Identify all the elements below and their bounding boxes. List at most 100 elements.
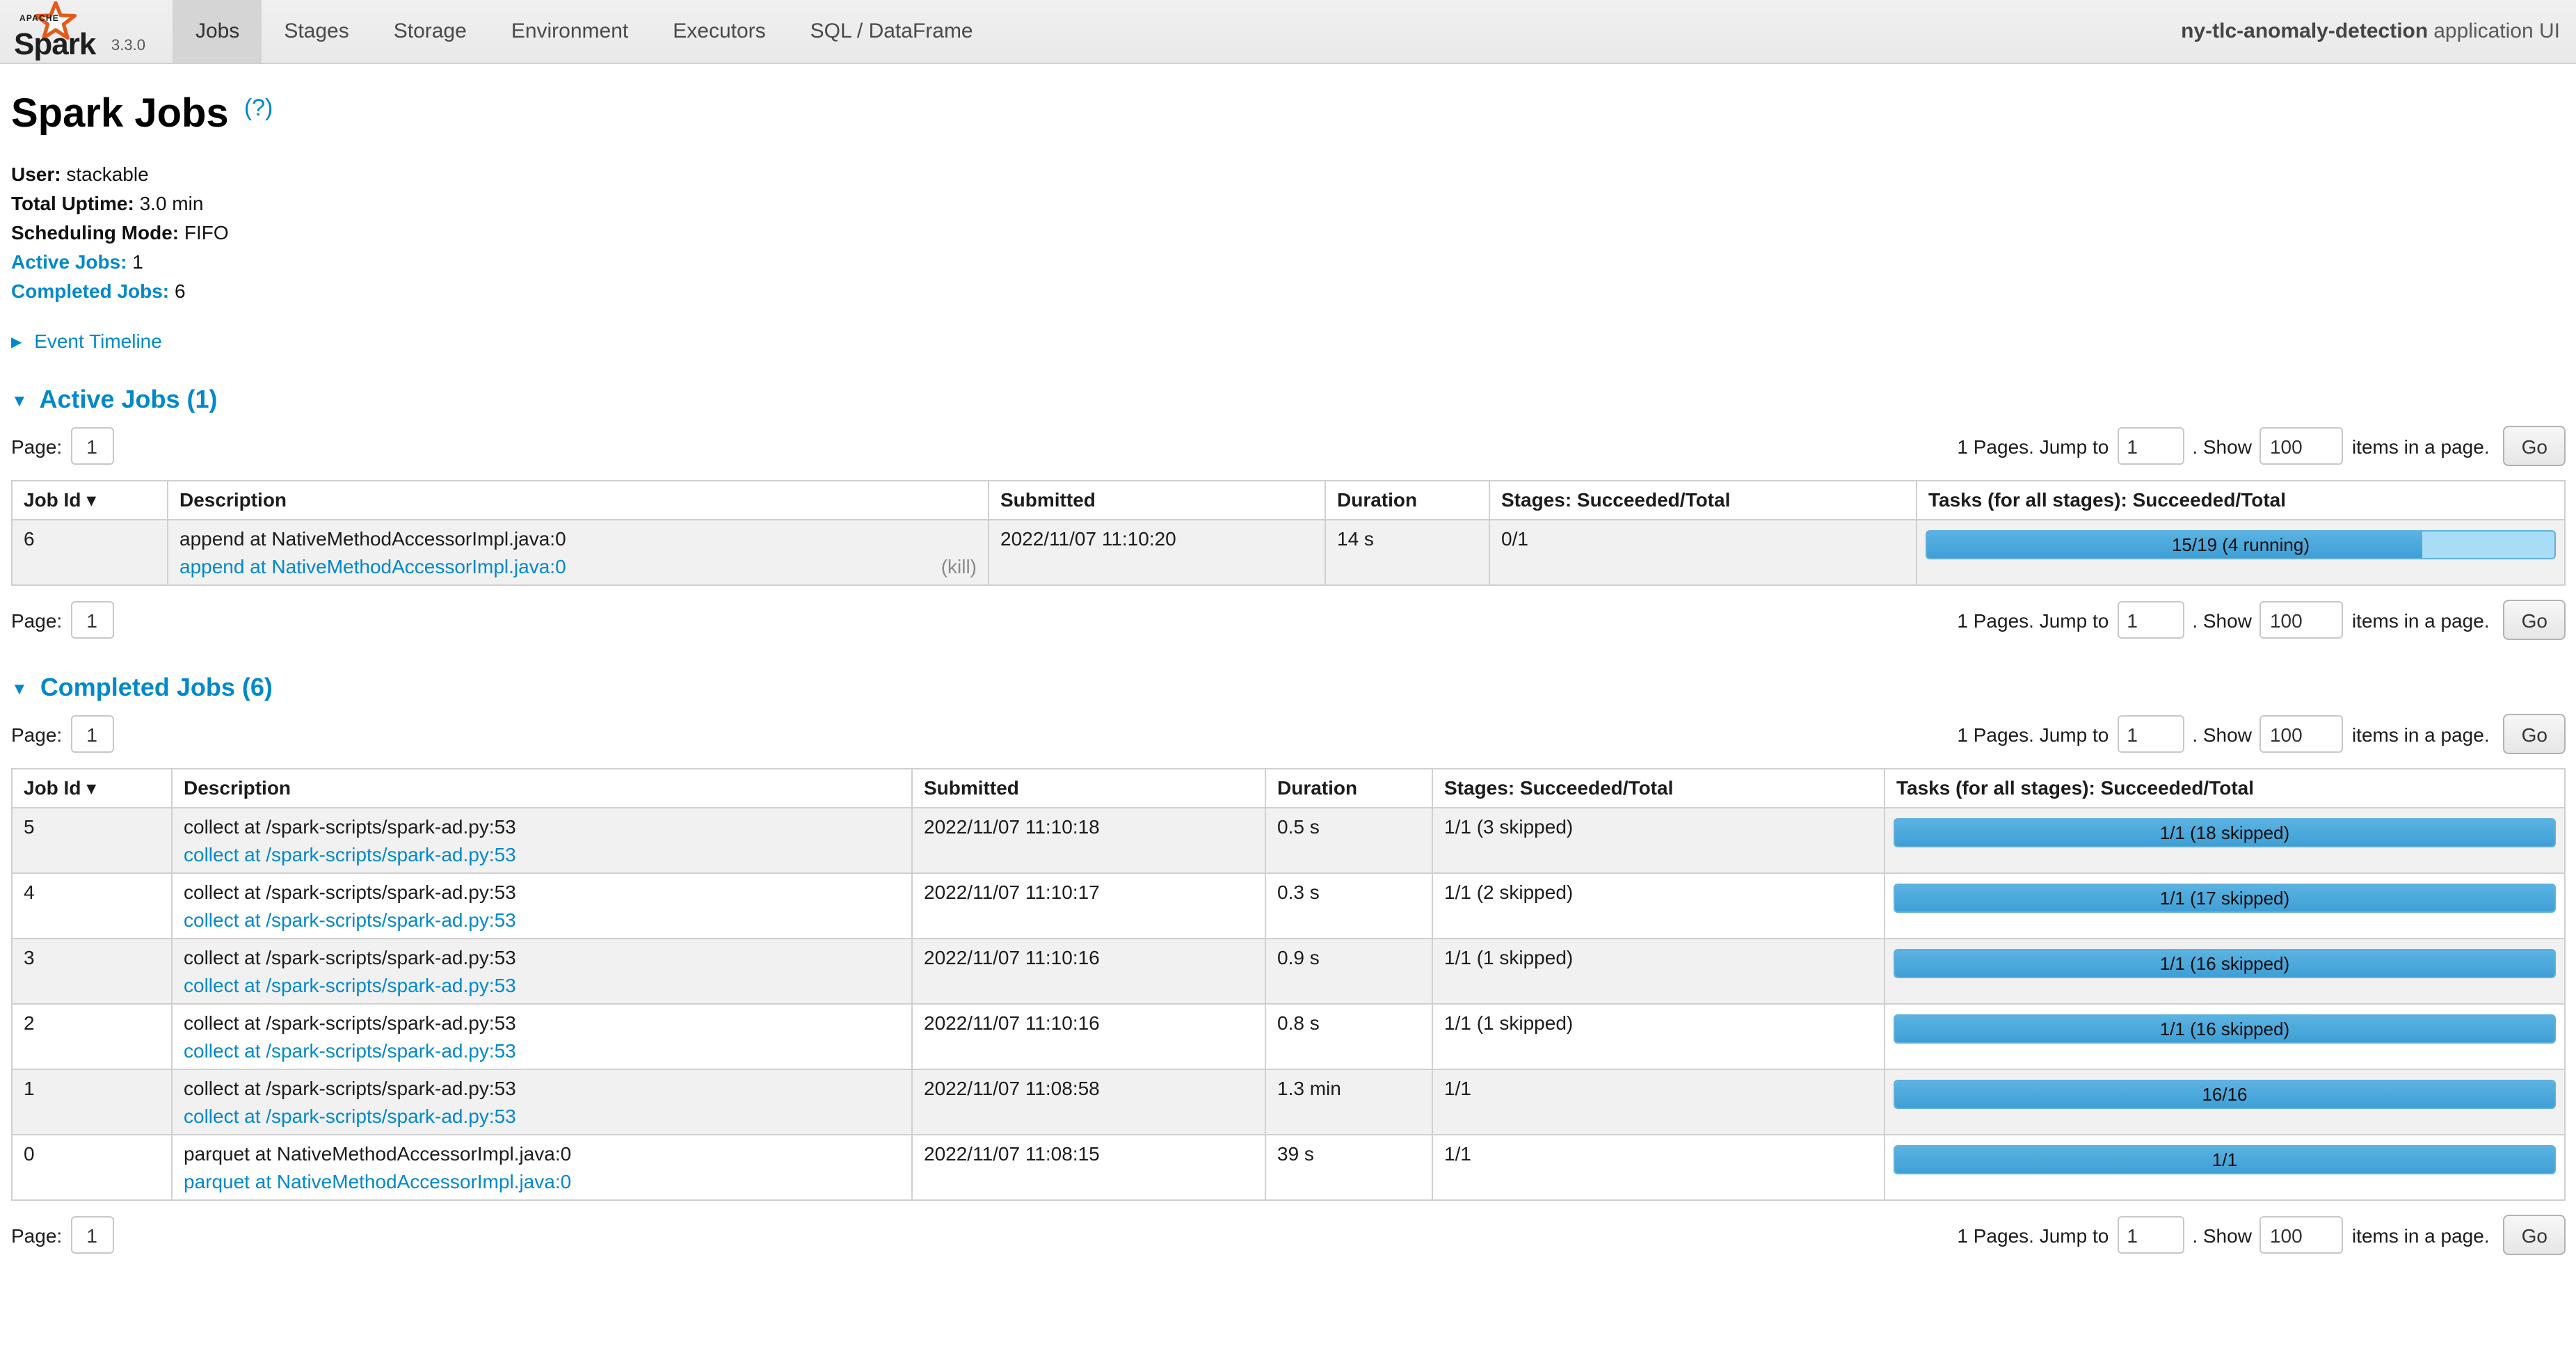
application-name: ny-tlc-anomaly-detection	[2181, 19, 2428, 43]
summary-scheduling-mode: Scheduling Mode: FIFO	[11, 218, 2566, 248]
tab-environment[interactable]: Environment	[489, 0, 650, 63]
completed-jobs-link[interactable]: Completed Jobs:	[11, 280, 169, 302]
column-job-id[interactable]: Job Id ▾	[12, 769, 172, 808]
items-text: items in a page.	[2352, 1224, 2490, 1246]
spark-ui-page: APACHE Spark 3.3.0 Jobs Stages Storage E…	[0, 0, 2576, 1349]
column-description[interactable]: Description	[168, 481, 989, 520]
column-stages[interactable]: Stages: Succeeded/Total	[1489, 481, 1917, 520]
tab-storage[interactable]: Storage	[371, 0, 489, 63]
jump-to-input[interactable]	[2117, 601, 2184, 639]
spark-logo[interactable]: APACHE Spark 3.3.0	[0, 0, 154, 63]
description-cell: collect at /spark-scripts/spark-ad.py:53…	[172, 1069, 912, 1135]
application-suffix: application UI	[2433, 19, 2560, 43]
event-timeline-label: Event Timeline	[34, 330, 162, 352]
column-duration[interactable]: Duration	[1325, 481, 1489, 520]
jump-to-input[interactable]	[2117, 1216, 2184, 1254]
column-description[interactable]: Description	[172, 769, 912, 808]
show-items-input[interactable]	[2260, 601, 2344, 639]
job-description: append at NativeMethodAccessorImpl.java:…	[179, 527, 977, 550]
job-detail-link[interactable]: append at NativeMethodAccessorImpl.java:…	[179, 555, 566, 577]
go-button[interactable]: Go	[2504, 714, 2566, 754]
summary-active-jobs: Active Jobs: 1	[11, 248, 2566, 277]
submitted-cell: 2022/11/07 11:10:17	[912, 873, 1265, 939]
jump-to-input[interactable]	[2117, 427, 2184, 465]
go-button[interactable]: Go	[2504, 600, 2566, 640]
summary-uptime: Total Uptime: 3.0 min	[11, 189, 2566, 218]
job-detail-link[interactable]: collect at /spark-scripts/spark-ad.py:53	[184, 909, 516, 931]
tasks-cell: 1/1 (16 skipped)	[1885, 1004, 2565, 1069]
column-stages[interactable]: Stages: Succeeded/Total	[1432, 769, 1885, 808]
submitted-cell: 2022/11/07 11:10:16	[912, 1004, 1265, 1069]
page-number-input[interactable]	[70, 601, 113, 639]
show-items-input[interactable]	[2260, 427, 2344, 465]
progress-label: 1/1 (18 skipped)	[1895, 820, 2554, 846]
active-jobs-count: 1	[132, 250, 143, 273]
tab-stages[interactable]: Stages	[262, 0, 371, 63]
help-link[interactable]: (?)	[244, 95, 273, 121]
column-tasks[interactable]: Tasks (for all stages): Succeeded/Total	[1917, 481, 2565, 520]
application-title: ny-tlc-anomaly-detection application UI	[2181, 0, 2576, 63]
completed-jobs-section-header[interactable]: ▼ Completed Jobs (6)	[11, 673, 2566, 703]
event-timeline-toggle[interactable]: ▶ Event Timeline	[11, 330, 2566, 352]
user-value: stackable	[66, 163, 148, 185]
page-number-input[interactable]	[70, 1216, 113, 1254]
tasks-progress-bar: 16/16	[1894, 1080, 2556, 1109]
pagination-bar: Page: 1 Pages. Jump to . Show items in a…	[11, 714, 2566, 754]
items-text: items in a page.	[2352, 723, 2490, 745]
pages-jump-text: 1 Pages. Jump to	[1957, 1224, 2109, 1246]
submitted-cell: 2022/11/07 11:10:18	[912, 808, 1265, 873]
page-number-input[interactable]	[70, 427, 113, 465]
description-cell: collect at /spark-scripts/spark-ad.py:53…	[172, 939, 912, 1004]
page-title: Spark Jobs (?)	[11, 92, 2566, 138]
description-cell: append at NativeMethodAccessorImpl.java:…	[168, 520, 989, 585]
summary-user: User: stackable	[11, 160, 2566, 189]
active-jobs-link[interactable]: Active Jobs:	[11, 250, 127, 273]
show-items-input[interactable]	[2260, 715, 2344, 753]
tasks-progress-bar: 1/1 (17 skipped)	[1894, 884, 2556, 913]
page-number-input[interactable]	[70, 715, 113, 753]
description-cell: parquet at NativeMethodAccessorImpl.java…	[172, 1135, 912, 1200]
completed-jobs-section-title: Completed Jobs (6)	[40, 673, 273, 701]
kill-link[interactable]: (kill)	[941, 555, 977, 577]
job-id-cell: 5	[12, 808, 172, 873]
submitted-cell: 2022/11/07 11:08:15	[912, 1135, 1265, 1200]
table-row: 5 collect at /spark-scripts/spark-ad.py:…	[12, 808, 2565, 873]
column-job-id[interactable]: Job Id ▾	[12, 481, 168, 520]
table-row: 1 collect at /spark-scripts/spark-ad.py:…	[12, 1069, 2565, 1135]
column-tasks[interactable]: Tasks (for all stages): Succeeded/Total	[1885, 769, 2565, 808]
stages-cell: 1/1 (1 skipped)	[1432, 1004, 1885, 1069]
nav-tabs: Jobs Stages Storage Environment Executor…	[173, 0, 995, 63]
column-duration[interactable]: Duration	[1265, 769, 1432, 808]
tab-jobs[interactable]: Jobs	[173, 0, 262, 63]
tasks-cell: 15/19 (4 running)	[1917, 520, 2565, 585]
completed-jobs-table: Job Id ▾ Description Submitted Duration …	[11, 768, 2566, 1201]
go-button[interactable]: Go	[2504, 1215, 2566, 1255]
show-text: . Show	[2192, 1224, 2252, 1246]
job-id-cell: 0	[12, 1135, 172, 1200]
tab-sql-dataframe[interactable]: SQL / DataFrame	[788, 0, 995, 63]
table-row: 4 collect at /spark-scripts/spark-ad.py:…	[12, 873, 2565, 939]
items-text: items in a page.	[2352, 609, 2490, 631]
table-row: 0 parquet at NativeMethodAccessorImpl.ja…	[12, 1135, 2565, 1200]
table-row: 3 collect at /spark-scripts/spark-ad.py:…	[12, 939, 2565, 1004]
scheduling-mode-label: Scheduling Mode:	[11, 221, 179, 244]
tasks-progress-bar: 1/1 (18 skipped)	[1894, 818, 2556, 847]
column-submitted[interactable]: Submitted	[989, 481, 1325, 520]
pagination-bar: Page: 1 Pages. Jump to . Show items in a…	[11, 600, 2566, 640]
duration-cell: 1.3 min	[1265, 1069, 1432, 1135]
page-title-text: Spark Jobs	[11, 92, 229, 136]
job-detail-link[interactable]: parquet at NativeMethodAccessorImpl.java…	[184, 1170, 571, 1192]
progress-label: 16/16	[1895, 1081, 2554, 1108]
job-detail-link[interactable]: collect at /spark-scripts/spark-ad.py:53	[184, 843, 516, 865]
job-summary: User: stackable Total Uptime: 3.0 min Sc…	[11, 160, 2566, 306]
show-items-input[interactable]	[2260, 1216, 2344, 1254]
jump-to-input[interactable]	[2117, 715, 2184, 753]
column-submitted[interactable]: Submitted	[912, 769, 1265, 808]
job-detail-link[interactable]: collect at /spark-scripts/spark-ad.py:53	[184, 974, 516, 996]
active-jobs-section-header[interactable]: ▼ Active Jobs (1)	[11, 385, 2566, 415]
tasks-cell: 1/1 (17 skipped)	[1885, 873, 2565, 939]
job-detail-link[interactable]: collect at /spark-scripts/spark-ad.py:53	[184, 1039, 516, 1062]
job-detail-link[interactable]: collect at /spark-scripts/spark-ad.py:53	[184, 1105, 516, 1127]
tab-executors[interactable]: Executors	[650, 0, 787, 63]
go-button[interactable]: Go	[2504, 426, 2566, 466]
